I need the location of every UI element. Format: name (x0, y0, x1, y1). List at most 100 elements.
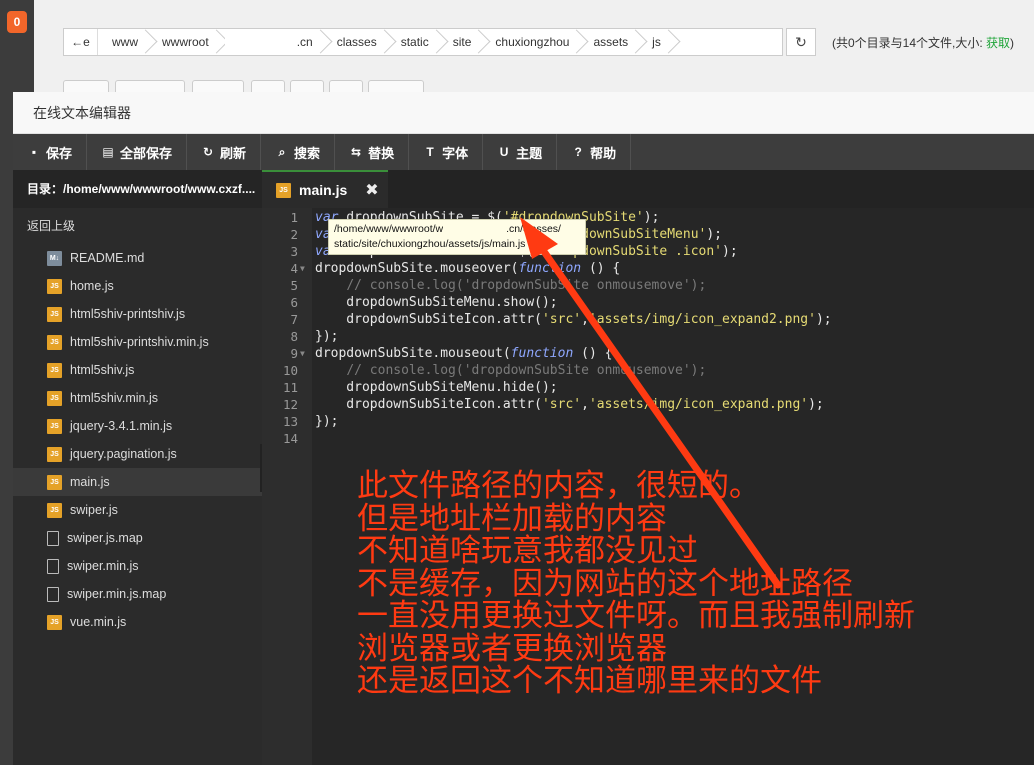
file-sidebar: 目录：/home/www/wwwroot/www.cxzf.... 返回上级 M… (13, 170, 262, 765)
file-name: README.md (70, 251, 145, 265)
floppy-icon: ▪ (31, 145, 37, 159)
breadcrumb-item[interactable]: classes (323, 29, 387, 55)
dir-info-text: (共0个目录与14个文件,大小: (832, 36, 983, 50)
替换-button[interactable]: ⇆ 替换 (335, 134, 410, 170)
js-file-icon: JS (47, 362, 62, 378)
file-name: jquery.pagination.js (70, 447, 177, 461)
保存-button[interactable]: ▪ 保存 (13, 134, 88, 170)
js-file-icon: JS (47, 306, 62, 322)
file-item[interactable]: swiper.min.js (13, 552, 262, 580)
toolbar-button-label: 字体 (442, 145, 469, 161)
js-file-icon: JS (47, 446, 62, 462)
搜索-button[interactable]: ⌕ 搜索 (261, 134, 336, 170)
tab-bar: JS main.js ✖ (262, 170, 1034, 208)
toolbar-button-label: 全部保存 (120, 145, 173, 161)
line-number: 7 (290, 312, 298, 327)
document-icon (47, 586, 59, 602)
帮助-button[interactable]: ? 帮助 (557, 134, 632, 170)
refresh-icon: ↻ (203, 145, 214, 159)
line-number: 4 (290, 261, 298, 276)
back-up-link[interactable]: 返回上级 (13, 208, 262, 244)
file-item[interactable]: JS swiper.js (13, 496, 262, 524)
file-item[interactable]: JS jquery-3.4.1.min.js (13, 412, 262, 440)
file-item[interactable]: M↓ README.md (13, 244, 262, 272)
js-file-icon: JS (47, 390, 62, 406)
line-number: 9 (290, 346, 298, 361)
全部保存-button[interactable]: ▤ 全部保存 (87, 134, 188, 170)
fold-arrow-icon[interactable]: ▼ (300, 260, 305, 277)
save-all-icon: ▤ (102, 145, 114, 159)
sidebar-directory: 目录：/home/www/wwwroot/www.cxzf.... (13, 170, 262, 208)
code-text: // console.log('dropdownSubSite onmousem… (346, 363, 707, 378)
breadcrumb-item[interactable]: chuxiongzhou (481, 29, 579, 55)
line-number: 14 (282, 431, 298, 446)
tooltip-line: /home/www/wwwroot/w (334, 223, 444, 235)
breadcrumb-item[interactable]: www (98, 29, 148, 55)
line-number: 5 (290, 278, 298, 293)
字体-button[interactable]: T 字体 (409, 134, 484, 170)
refresh-path-button[interactable]: ↻ (786, 28, 816, 56)
back-arrow-icon[interactable]: ←e (64, 29, 98, 55)
file-name: html5shiv.js (70, 363, 135, 377)
code-text: dropdownSubSite.mouseover(function () { (315, 261, 621, 276)
file-name: jquery-3.4.1.min.js (70, 419, 173, 433)
file-item[interactable]: swiper.min.js.map (13, 580, 262, 608)
file-item[interactable]: JS html5shiv-printshiv.min.js (13, 328, 262, 356)
breadcrumb-item[interactable]: assets (579, 29, 638, 55)
file-item[interactable]: JS html5shiv-printshiv.js (13, 300, 262, 328)
code-text: dropdownSubSiteIcon.attr('src','assets/i… (315, 397, 824, 412)
code-text: dropdownSubSiteIcon.attr('src','assets/i… (315, 312, 832, 327)
line-number: 11 (282, 380, 298, 395)
get-size-link[interactable]: 获取 (986, 36, 1010, 50)
file-item[interactable]: JS vue.min.js (13, 608, 262, 636)
tab-label: main.js (299, 182, 348, 198)
font-icon: T (426, 145, 434, 159)
js-file-icon: JS (47, 474, 62, 490)
annotation-line: 还是返回这个不知道哪里来的文件 (357, 663, 822, 699)
file-name: vue.min.js (70, 615, 127, 629)
tooltip-line: static/site/chuxiongzhou/assets/js/main.… (334, 238, 526, 250)
replace-icon: ⇆ (351, 145, 362, 159)
file-item[interactable]: JS main.js (13, 468, 262, 496)
tab-main-js[interactable]: JS main.js ✖ (262, 170, 388, 208)
help-icon: ? (574, 145, 582, 159)
file-name: swiper.js.map (67, 531, 143, 545)
annotation-line: 此文件路径的内容，很短的。 (357, 468, 760, 504)
file-item[interactable]: JS html5shiv.min.js (13, 384, 262, 412)
editor-toolbar: ▪ 保存 ▤ 全部保存 ↻ 刷新 ⌕ 搜索 ⇆ 替换 T 字体 U 主题? 帮助 (13, 134, 1034, 170)
file-name: main.js (70, 475, 110, 489)
刷新-button[interactable]: ↻ 刷新 (187, 134, 262, 170)
toolbar-button-label: 帮助 (590, 145, 617, 161)
file-name: html5shiv.min.js (70, 391, 158, 405)
file-item[interactable]: swiper.js.map (13, 524, 262, 552)
breadcrumb-item[interactable]: wwwroot (148, 29, 219, 55)
file-name: html5shiv-printshiv.min.js (70, 335, 209, 349)
file-item[interactable]: JS jquery.pagination.js (13, 440, 262, 468)
magnet-icon: U (499, 145, 509, 159)
code-text: dropdownSubSite.mouseout(function () { (315, 346, 613, 361)
js-file-icon: JS (47, 502, 62, 518)
file-item[interactable]: JS home.js (13, 272, 262, 300)
line-number: 12 (282, 397, 298, 412)
tooltip-line: .cn/classes/ (506, 223, 561, 235)
file-name: swiper.js (70, 503, 118, 517)
notification-badge[interactable]: 0 (7, 11, 27, 33)
annotation-line: 浏览器或者更换浏览器 (357, 630, 667, 667)
close-tab-icon[interactable]: ✖ (365, 180, 378, 200)
主题-button[interactable]: U 主题 (483, 134, 558, 170)
annotation-line: 不知道啥玩意我都没见过 (357, 533, 698, 569)
code-text: // console.log('dropdownSubSite onmousem… (346, 278, 707, 293)
code-text: dropdownSubSiteMenu.hide(); (315, 380, 558, 395)
line-number: 1 (290, 210, 298, 225)
line-number: 13 (282, 414, 298, 429)
file-name: swiper.min.js.map (67, 587, 167, 601)
annotation-line: 但是地址栏加载的内容 (357, 500, 667, 537)
file-path-tooltip: /home/www/wwwroot/wxxxxxxxxxxxx.cn/class… (328, 219, 586, 255)
file-item[interactable]: JS html5shiv.js (13, 356, 262, 384)
search-icon: ⌕ (278, 144, 286, 159)
editor-title: 在线文本编辑器 (13, 92, 1034, 134)
toolbar-button-label: 保存 (46, 145, 73, 161)
breadcrumb-item[interactable]: xxxxxxxxxxxx.cn (219, 29, 323, 55)
fold-arrow-icon[interactable]: ▼ (300, 345, 305, 362)
line-number: 6 (290, 295, 298, 310)
